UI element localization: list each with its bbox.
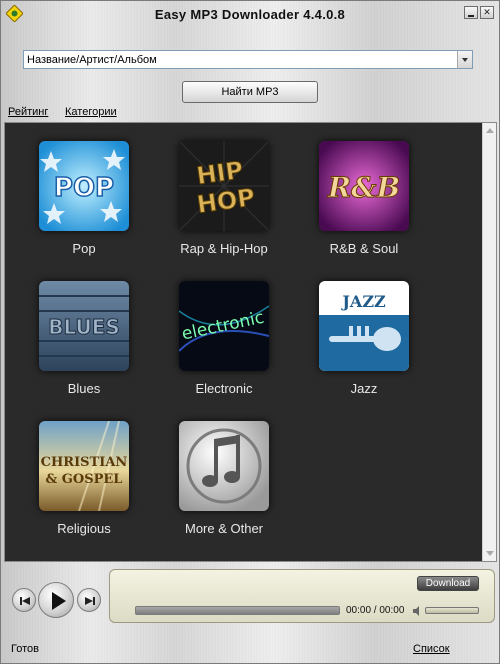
time-display: 00:00 / 00:00 <box>346 605 405 616</box>
religious-art-icon[interactable]: CHRISTIAN & GOSPEL <box>39 421 129 511</box>
skip-forward-icon <box>85 597 95 605</box>
scroll-up-icon[interactable] <box>486 128 494 133</box>
rnb-art-icon[interactable]: R&B <box>319 141 409 231</box>
hiphop-art-icon[interactable]: HIP HOP <box>179 141 269 231</box>
blues-art-icon[interactable]: BLUES <box>39 281 129 371</box>
pop-art-text: POP <box>54 173 114 203</box>
track-info-box: Download 00:00 / 00:00 <box>109 569 495 623</box>
genre-tile-hiphop[interactable]: HIP HOP Rap & Hip-Hop <box>164 141 284 281</box>
rnb-art-text: R&B <box>327 171 400 204</box>
christian-art-text-2: & GOSPEL <box>46 472 123 487</box>
genre-label: R&B & Soul <box>329 241 399 256</box>
panel-scrollbar[interactable] <box>482 123 496 561</box>
status-text: Готов <box>11 643 39 655</box>
tab-categories[interactable]: Категории <box>65 106 117 118</box>
genre-tile-jazz[interactable]: JAZZ Jazz <box>304 281 424 421</box>
app-window: Easy MP3 Downloader 4.4.0.8 Название/Арт… <box>0 0 500 664</box>
download-button[interactable]: Download <box>417 576 479 591</box>
tab-rating[interactable]: Рейтинг <box>8 106 48 118</box>
genre-tile-electronic[interactable]: electronic Electronic <box>164 281 284 421</box>
genre-label: Rap & Hip-Hop <box>180 241 268 256</box>
electronic-art-icon[interactable]: electronic <box>179 281 269 371</box>
window-title: Easy MP3 Downloader 4.4.0.8 <box>154 7 346 22</box>
speaker-icon[interactable] <box>412 605 424 617</box>
genre-tile-blues[interactable]: BLUES Blues <box>24 281 144 421</box>
blues-art-text: BLUES <box>48 315 120 339</box>
previous-button[interactable] <box>12 588 36 612</box>
genre-label: Electronic <box>195 381 253 396</box>
title-bar[interactable]: Easy MP3 Downloader 4.4.0.8 <box>1 1 499 27</box>
minimize-button[interactable] <box>464 6 478 19</box>
genre-label: Religious <box>57 521 111 536</box>
play-button[interactable] <box>38 582 74 618</box>
jazz-art-text: JAZZ <box>340 292 386 311</box>
search-type-select[interactable]: Название/Артист/Альбом <box>23 50 473 69</box>
play-icon <box>52 592 66 610</box>
categories-panel: POP Pop HIP HOP Rap & Hip-Hop R&B R&B & … <box>4 122 497 562</box>
genre-label: Jazz <box>350 381 378 396</box>
genre-tile-rnb[interactable]: R&B R&B & Soul <box>304 141 424 281</box>
genre-label: Pop <box>72 241 96 256</box>
close-button[interactable] <box>480 6 494 19</box>
skip-back-icon <box>20 597 30 605</box>
genre-tile-pop[interactable]: POP Pop <box>24 141 144 281</box>
genre-label: Blues <box>67 381 101 396</box>
search-type-value: Название/Артист/Альбом <box>27 54 157 66</box>
pop-art-icon[interactable]: POP <box>39 141 129 231</box>
itunes-note-icon[interactable] <box>179 421 269 511</box>
volume-slider[interactable] <box>425 607 479 614</box>
playlist-link[interactable]: Список <box>413 643 450 655</box>
find-mp3-button[interactable]: Найти MP3 <box>182 81 318 103</box>
chevron-down-icon[interactable] <box>457 51 472 68</box>
scroll-down-icon[interactable] <box>486 551 494 556</box>
genre-tile-other[interactable]: More & Other <box>164 421 284 561</box>
genre-label: More & Other <box>184 521 264 536</box>
player-bar: Download 00:00 / 00:00 <box>4 564 497 634</box>
jazz-art-icon[interactable]: JAZZ <box>319 281 409 371</box>
seek-bar[interactable] <box>135 606 340 615</box>
christian-art-text-1: CHRISTIAN <box>41 455 128 470</box>
genre-tile-religious[interactable]: CHRISTIAN & GOSPEL Religious <box>24 421 144 561</box>
next-button[interactable] <box>77 588 101 612</box>
